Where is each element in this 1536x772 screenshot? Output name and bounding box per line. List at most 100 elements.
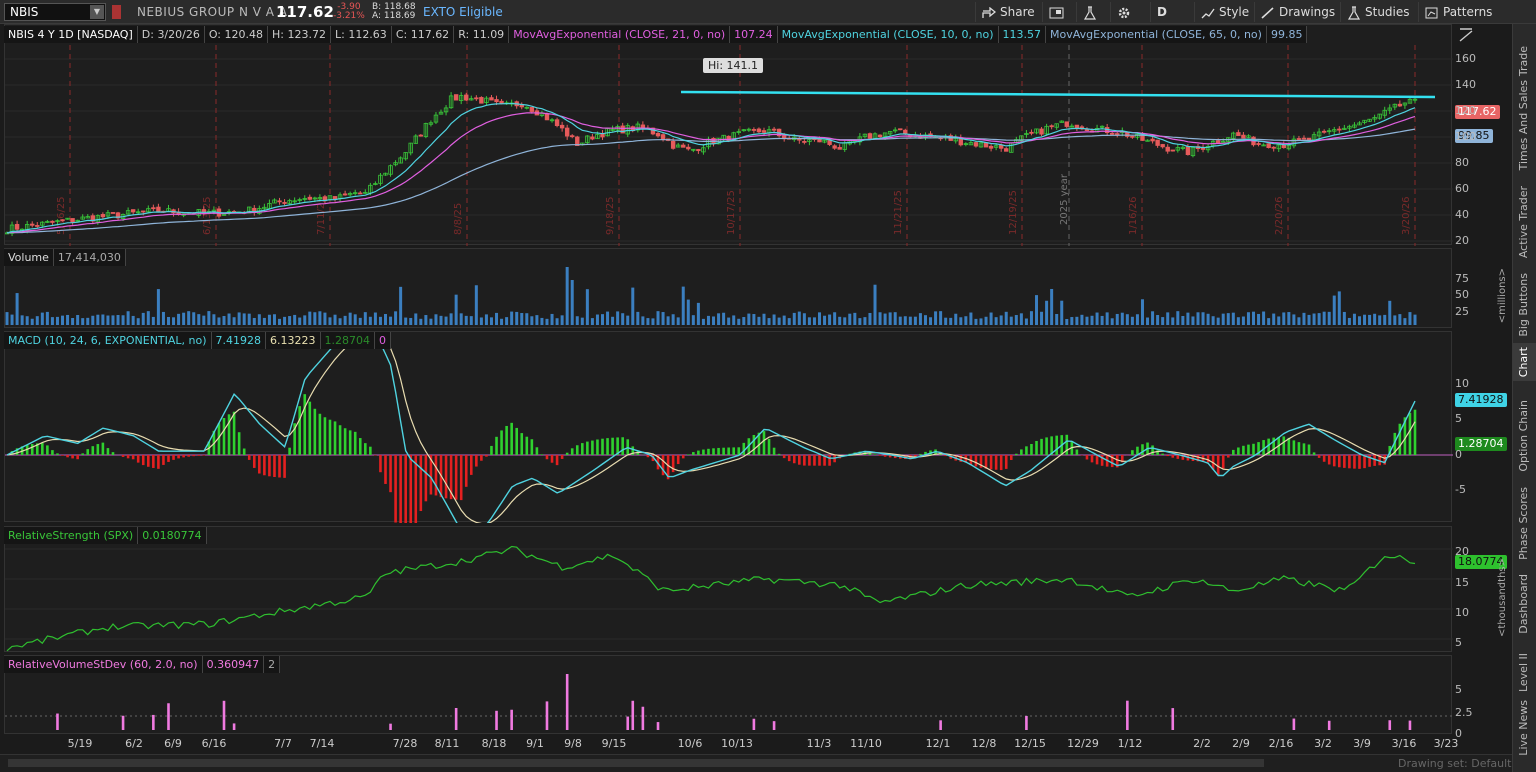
volume-bar <box>666 316 670 325</box>
header-cell[interactable]: C: 117.62 <box>392 26 455 43</box>
macd-histogram-bar <box>485 455 488 457</box>
volume-bar <box>444 316 448 325</box>
volume-bar <box>1115 313 1119 325</box>
header-cell[interactable]: RelativeStrength (SPX) <box>4 527 139 544</box>
macd-pane[interactable] <box>4 331 1453 523</box>
macd-histogram-bar <box>813 455 816 466</box>
relative-volume-bar <box>1388 720 1392 730</box>
macd-histogram-bar <box>464 455 468 487</box>
flexible-grid-button[interactable] <box>1042 2 1075 22</box>
header-cell[interactable]: 2 <box>264 656 281 673</box>
header-cell[interactable]: NBIS 4 Y 1D [NASDAQ] <box>4 26 138 43</box>
volume-bar <box>818 312 822 325</box>
header-cell[interactable]: 0.0180774 <box>138 527 207 544</box>
tab-live-news[interactable]: Live News <box>1513 698 1536 760</box>
studies-menu[interactable]: Studies <box>1340 2 1416 22</box>
header-cell[interactable]: MovAvgExponential (CLOSE, 21, 0, no) <box>509 26 731 43</box>
axis-label: 5 <box>1455 683 1462 696</box>
volume-bar <box>1100 315 1104 325</box>
header-cell[interactable]: 107.24 <box>730 26 778 43</box>
header-cell[interactable]: H: 123.72 <box>268 26 331 43</box>
header-cell[interactable]: D: 3/20/26 <box>138 26 205 43</box>
header-cell[interactable]: 99.85 <box>1267 26 1308 43</box>
axis-label: 5 <box>1455 412 1462 425</box>
header-cell[interactable]: 6.13223 <box>266 332 321 349</box>
exto-eligible-link[interactable]: EXTO Eligible <box>423 5 503 19</box>
header-cell[interactable]: Volume <box>4 249 54 266</box>
macd-histogram-bar <box>692 452 695 455</box>
drawings-menu[interactable]: Drawings <box>1254 2 1341 22</box>
tab-level-ii[interactable]: Level II <box>1513 640 1536 696</box>
expiration-label: 8/8/25 <box>453 203 464 235</box>
volume-bar <box>802 313 806 325</box>
tab-trade[interactable]: Trade <box>1513 24 1536 80</box>
tab-option-chain[interactable]: Option Chain <box>1513 384 1536 476</box>
candle-body <box>1321 130 1327 133</box>
volume-bar <box>772 314 776 325</box>
volume-bar <box>232 317 236 325</box>
volume-bar <box>1004 311 1008 325</box>
volume-bar <box>570 280 574 325</box>
volume-bar <box>358 317 362 325</box>
header-cell[interactable]: O: 120.48 <box>205 26 269 43</box>
gear-icon <box>1118 7 1130 18</box>
candle-body <box>564 127 570 137</box>
header-cell[interactable]: 1.28704 <box>321 332 376 349</box>
header-cell[interactable]: L: 112.63 <box>331 26 392 43</box>
macd-histogram-bar <box>56 453 59 455</box>
tab-phase-scores[interactable]: Phase Scores <box>1513 478 1536 564</box>
period-selector[interactable]: D <box>1150 2 1186 22</box>
header-cell[interactable]: RelativeVolumeStDev (60, 2.0, no) <box>4 656 203 673</box>
top-toolbar: NBIS ▼ NEBIUS GROUP N V A A 117.62 -3.90… <box>0 0 1536 24</box>
volume-bar <box>888 312 892 325</box>
date-tick-label: 10/6 <box>677 737 703 750</box>
macd-histogram-bar <box>1065 434 1069 455</box>
header-cell[interactable]: MovAvgExponential (CLOSE, 10, 0, no) <box>778 26 999 43</box>
volume-pane[interactable] <box>4 248 1452 328</box>
header-cell[interactable]: R: 11.09 <box>454 26 510 43</box>
header-cell[interactable]: 7.41928 <box>212 332 267 349</box>
date-tick-label: 11/3 <box>806 737 832 750</box>
macd-histogram-bar <box>131 455 135 460</box>
tab-dashboard[interactable]: Dashboard <box>1513 566 1536 638</box>
header-cell[interactable]: MACD (10, 24, 6, EXPONENTIAL, no) <box>4 332 212 349</box>
header-cell[interactable]: 0 <box>375 332 392 349</box>
volume-bar <box>1262 311 1266 325</box>
volume-bar <box>1378 315 1382 325</box>
chevron-down-icon[interactable]: ▼ <box>90 5 104 19</box>
volume-bar <box>1196 312 1200 325</box>
macd-histogram-bar <box>1015 453 1018 455</box>
settings-button[interactable] <box>1110 2 1141 22</box>
relative-volume-bar <box>1408 720 1412 730</box>
header-cell[interactable]: MovAvgExponential (CLOSE, 65, 0, no) <box>1046 26 1267 43</box>
volume-bar <box>151 316 155 325</box>
macd-histogram-bar <box>147 455 150 467</box>
volume-bar <box>323 312 327 325</box>
share-button[interactable]: Share <box>975 2 1041 22</box>
share-icon <box>982 6 997 18</box>
volume-bar <box>394 311 398 325</box>
expiration-label: 1/16/26 <box>1128 196 1139 235</box>
patterns-menu[interactable]: Patterns <box>1418 2 1498 22</box>
header-cell[interactable]: 113.57 <box>999 26 1047 43</box>
tab-times-and-sales[interactable]: Times And Sales <box>1513 80 1536 174</box>
macd-histogram-bar <box>1317 455 1321 458</box>
tab-chart[interactable]: Chart <box>1513 343 1536 381</box>
relative-strength-pane[interactable] <box>4 526 1453 652</box>
style-menu[interactable]: Style <box>1194 2 1255 22</box>
header-cell[interactable]: 17,414,030 <box>54 249 126 266</box>
lab-button[interactable] <box>1076 2 1107 22</box>
symbol-input[interactable]: NBIS ▼ <box>4 3 106 21</box>
expiration-label: 11/21/25 <box>893 190 904 235</box>
header-cell[interactable]: 0.360947 <box>203 656 265 673</box>
drawing-tool-icon[interactable] <box>1458 27 1476 43</box>
tab-big-buttons[interactable]: Big Buttons <box>1513 264 1536 341</box>
macd-histogram-bar <box>1343 455 1346 468</box>
volume-bar <box>863 317 867 325</box>
chart-scrollbar[interactable]: Drawing set: Default <box>0 754 1512 772</box>
candle-body <box>867 133 873 139</box>
macd-histogram-bar <box>646 455 650 458</box>
scroll-thumb[interactable] <box>8 759 1264 767</box>
tab-active-trader[interactable]: Active Trader <box>1513 176 1536 262</box>
flag-icon[interactable] <box>112 5 121 19</box>
